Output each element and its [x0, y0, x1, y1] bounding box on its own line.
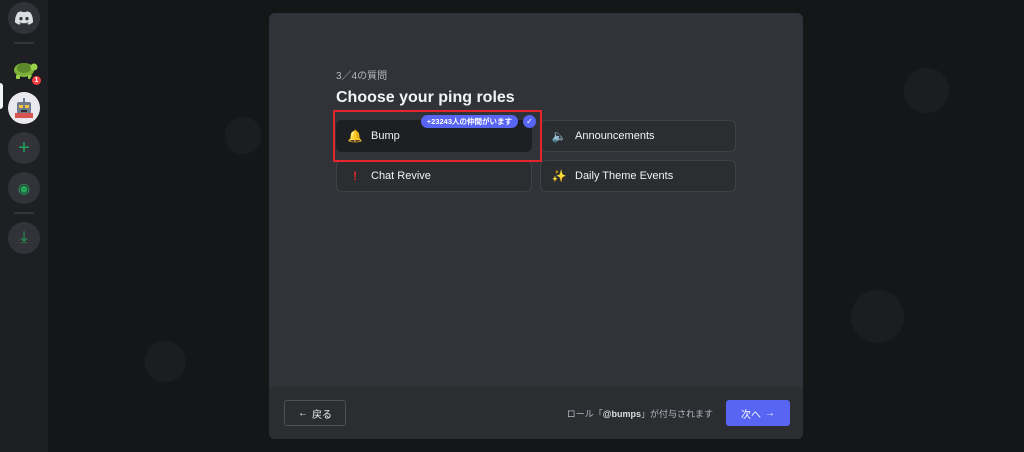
- hint-suffix: 」が付与されます: [640, 409, 713, 419]
- role-option-daily-theme-events[interactable]: ✨ Daily Theme Events: [540, 160, 736, 192]
- speaker-icon: 🔈: [551, 129, 567, 143]
- question-header: 3／4の質問 Choose your ping roles: [336, 67, 736, 107]
- hint-role: @bumps: [602, 409, 641, 419]
- role-option-label: Bump: [371, 130, 400, 142]
- role-option-announcements[interactable]: 🔈 Announcements: [540, 120, 736, 152]
- rail-separator: [14, 212, 34, 214]
- role-option-label: Chat Revive: [371, 170, 431, 182]
- arrow-left-icon: ←: [298, 407, 308, 419]
- server-rail: 1 + ◉ ⤓: [0, 0, 48, 452]
- modal-footer: ← 戻る ロール「@bumps」が付与されます 次へ →: [269, 387, 803, 439]
- role-option-label: Daily Theme Events: [575, 170, 674, 182]
- role-option-chat-revive[interactable]: ! Chat Revive: [336, 160, 532, 192]
- role-option-label: Announcements: [575, 130, 655, 142]
- explore-compass-icon[interactable]: ◉: [8, 172, 40, 204]
- server-turtle-icon[interactable]: 1: [8, 52, 43, 87]
- robot-avatar-icon: [15, 98, 33, 118]
- notification-badge: 1: [30, 74, 43, 87]
- check-icon: ✓: [523, 115, 536, 128]
- arrow-right-icon: →: [765, 407, 775, 419]
- question-title: Choose your ping roles: [336, 89, 515, 106]
- back-button[interactable]: ← 戻る: [284, 400, 346, 426]
- next-button[interactable]: 次へ →: [726, 400, 790, 426]
- discord-home-icon[interactable]: [8, 2, 40, 34]
- back-button-label: 戻る: [312, 409, 332, 421]
- question-step: 3／4の質問: [336, 71, 388, 82]
- download-icon[interactable]: ⤓: [8, 222, 40, 254]
- member-count-pill: +23243人の仲間がいます: [420, 115, 518, 128]
- active-server-pill: [0, 83, 3, 109]
- role-grant-hint: ロール「@bumps」が付与されます: [567, 407, 713, 420]
- exclamation-icon: !: [353, 169, 357, 183]
- bell-icon: 🔔: [347, 129, 363, 143]
- next-button-label: 次へ: [741, 409, 761, 421]
- role-options: 🔔 Bump +23243人の仲間がいます ✓ 🔈 Announcements …: [336, 115, 736, 192]
- hint-prefix: ロール「: [566, 409, 603, 419]
- server-robot-icon[interactable]: [8, 92, 40, 124]
- role-option-bump[interactable]: 🔔 Bump +23243人の仲間がいます ✓: [336, 115, 536, 152]
- add-server-icon[interactable]: +: [8, 132, 40, 164]
- sparkle-icon: ✨: [551, 169, 567, 183]
- discord-logo-icon: [15, 11, 33, 25]
- onboarding-modal: 3／4の質問 Choose your ping roles 🔔 Bump +23…: [269, 13, 803, 439]
- rail-separator: [14, 42, 34, 44]
